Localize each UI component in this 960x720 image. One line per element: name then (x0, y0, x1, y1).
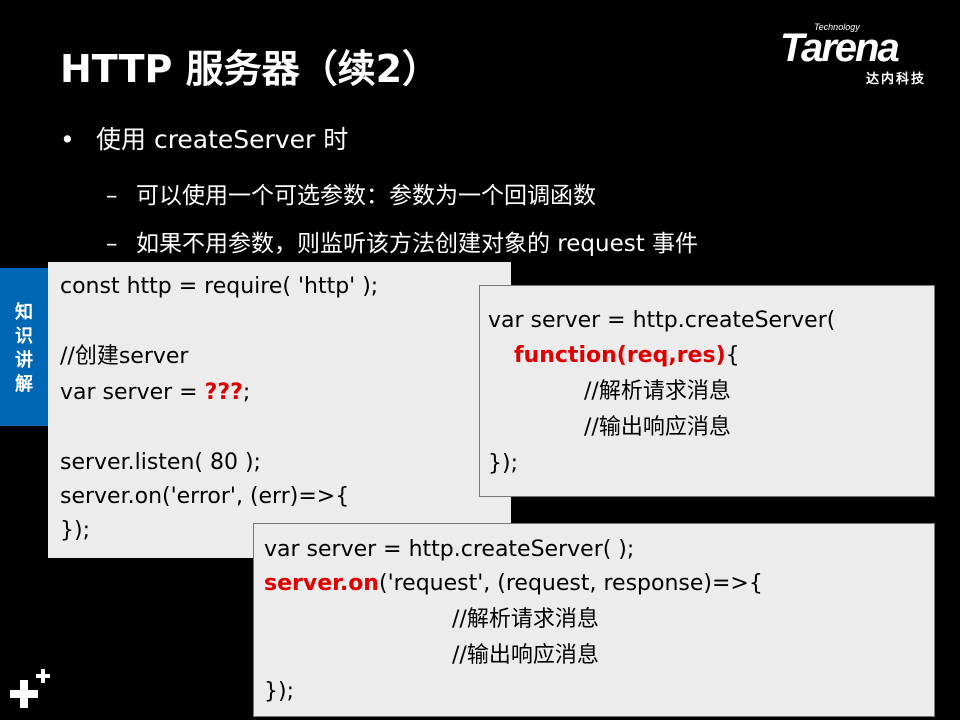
side-tab-char: 知 (15, 302, 33, 323)
code-text: var server = (60, 380, 205, 405)
code-line: }); (264, 679, 294, 704)
code-line: //创建server (60, 344, 189, 369)
code-line: var server = http.createServer( ); (264, 537, 635, 562)
code-line-server-assign: var server = ???; (60, 380, 250, 406)
code-line: const http = require( 'http' ); (60, 274, 379, 299)
bullet-sub-1: – 可以使用一个可选参数：参数为一个回调函数 (106, 176, 596, 210)
code-box-request-event: var server = http.createServer( ); serve… (253, 523, 935, 717)
code-text: { (725, 343, 740, 368)
code-comment: //输出响应消息 (584, 415, 731, 440)
code-comment: //解析请求消息 (452, 607, 599, 632)
code-line: }); (488, 451, 518, 476)
side-tab-char: 讲 (15, 350, 33, 371)
slide-title: HTTP 服务器（续2） (60, 47, 441, 91)
code-highlight: function(req,res) (514, 343, 726, 368)
bullet-sub-1-text: 可以使用一个可选参数：参数为一个回调函数 (136, 183, 596, 209)
dash-marker: – (106, 183, 118, 209)
dash-marker: – (106, 231, 118, 257)
bullet-marker: • (60, 125, 75, 154)
side-tab-char: 解 (15, 374, 33, 395)
knowledge-explain-tab: 知 识 讲 解 (0, 268, 48, 426)
logo-subtitle: 达内科技 (866, 72, 927, 87)
bullet-main: • 使用 createServer 时 (60, 120, 348, 156)
code-line-callback: function(req,res){ (514, 343, 740, 369)
code-box-require: const http = require( 'http' ); //创建serv… (48, 262, 511, 558)
code-text: ('request', (request, response)=>{ (378, 571, 763, 596)
code-line: }); (60, 518, 90, 543)
code-line-request-handler: server.on('request', (request, response)… (264, 571, 763, 597)
code-text: ; (242, 380, 251, 405)
plus-icon (10, 669, 50, 708)
slide: HTTP 服务器（续2） Technology Tarena 达内科技 • 使用 … (0, 0, 960, 720)
code-box-callback: var server = http.createServer( function… (479, 285, 935, 497)
code-comment: //解析请求消息 (584, 379, 731, 404)
logo-brand-text: Tarena (780, 26, 900, 70)
code-line: server.on('error', (err)=>{ (60, 484, 350, 509)
code-line: var server = http.createServer( (488, 308, 836, 333)
code-highlight: server.on (264, 571, 379, 596)
bullet-sub-2: – 如果不用参数，则监听该方法创建对象的 request 事件 (106, 224, 698, 258)
tarena-logo: Technology Tarena 达内科技 (780, 20, 948, 87)
code-highlight: ??? (204, 380, 243, 405)
code-line: server.listen( 80 ); (60, 450, 261, 475)
side-tab-char: 识 (15, 326, 33, 347)
code-comment: //输出响应消息 (452, 643, 599, 668)
bullet-main-text: 使用 createServer 时 (96, 125, 349, 154)
bullet-sub-2-text: 如果不用参数，则监听该方法创建对象的 request 事件 (136, 231, 699, 257)
